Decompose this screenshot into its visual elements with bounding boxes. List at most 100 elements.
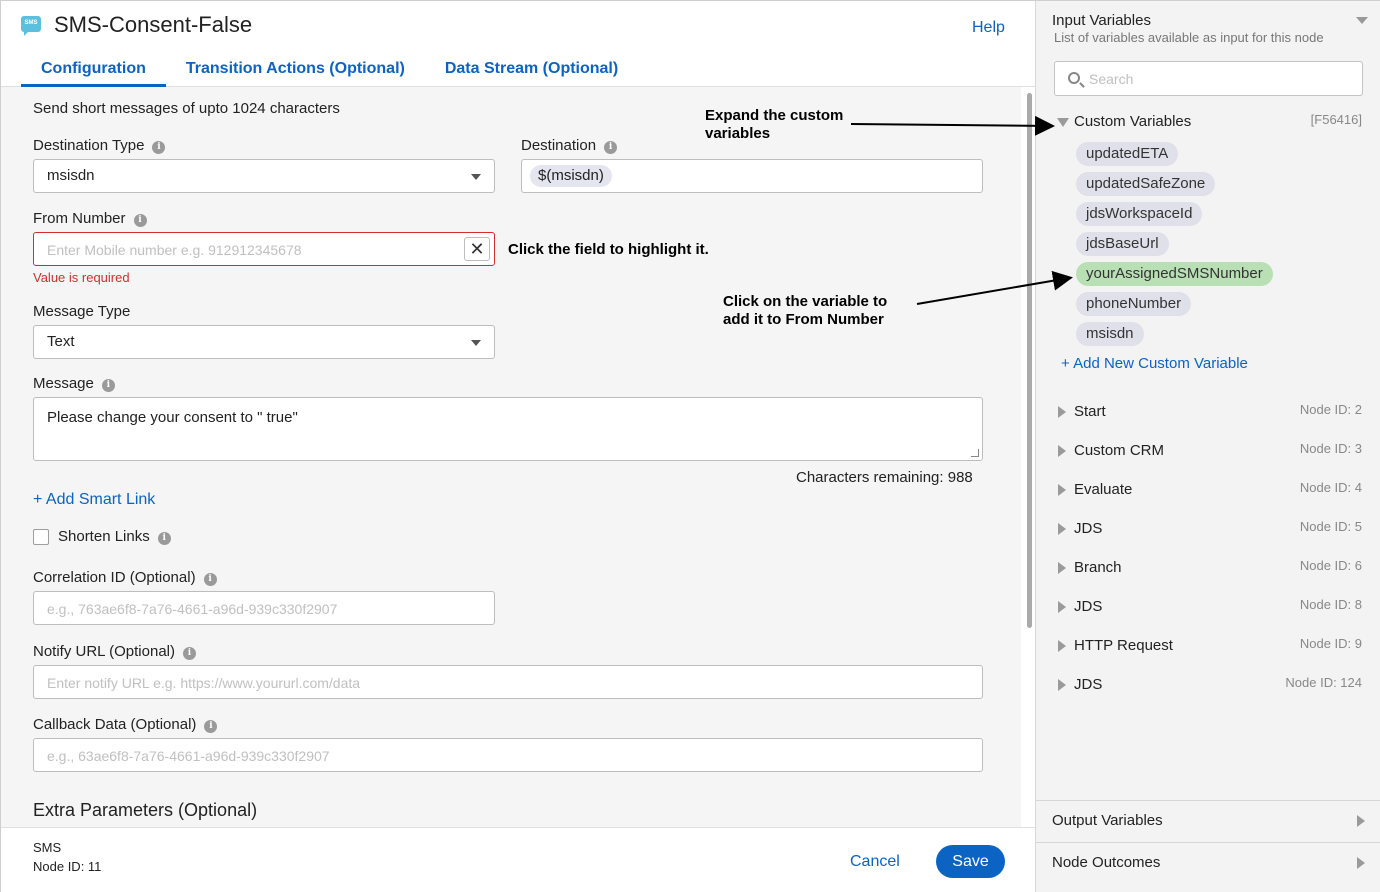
configuration-form: Send short messages of upto 1024 charact… — [1, 87, 1021, 827]
node-outcomes-section[interactable]: Node Outcomes — [1052, 854, 1160, 871]
collapsed-caret-icon[interactable] — [1058, 601, 1066, 613]
expanded-caret-icon[interactable] — [1057, 118, 1069, 127]
variable-chip[interactable]: jdsWorkspaceId — [1076, 202, 1203, 226]
message-type-select[interactable]: Text — [33, 325, 495, 359]
node-group-custom-crm[interactable]: Custom CRM — [1074, 442, 1164, 459]
variable-chip[interactable]: updatedETA — [1076, 142, 1179, 166]
form-description: Send short messages of upto 1024 charact… — [33, 100, 340, 117]
notify-url-input[interactable]: Enter notify URL e.g. https://www.yourur… — [33, 665, 983, 699]
annotation-expand: Expand the custom variables — [705, 107, 844, 142]
custom-variables-group[interactable]: Custom Variables — [1074, 113, 1191, 130]
chevron-right-icon[interactable] — [1357, 815, 1365, 827]
message-type-label: Message Type — [33, 303, 131, 320]
tab-bar: Configuration Transition Actions (Option… — [21, 59, 638, 87]
notify-url-placeholder: Enter notify URL e.g. https://www.yourur… — [47, 675, 361, 691]
node-group-id: Node ID: 6 — [1299, 558, 1362, 573]
info-icon: i — [133, 214, 147, 227]
add-custom-variable-button[interactable]: + Add New Custom Variable — [1061, 355, 1248, 372]
collapse-panel-icon[interactable] — [1356, 17, 1368, 24]
save-button[interactable]: Save — [936, 845, 1005, 878]
destination-variable-chip[interactable]: $(msisdn) — [530, 165, 612, 187]
node-group-id: Node ID: 124 — [1285, 675, 1362, 690]
from-number-input[interactable]: Enter Mobile number e.g. 912912345678 ✕ — [33, 232, 495, 266]
node-group-id: Node ID: 4 — [1299, 480, 1362, 495]
correlation-id-placeholder: e.g., 763ae6f8-7a76-4661-a96d-939c330f29… — [47, 601, 338, 617]
info-icon: i — [204, 720, 218, 733]
input-variables-subtitle: List of variables available as input for… — [1054, 30, 1324, 45]
variable-search-input[interactable]: Search — [1054, 61, 1363, 96]
collapsed-caret-icon[interactable] — [1058, 484, 1066, 496]
from-number-label: From Number i — [33, 210, 147, 227]
info-icon: i — [157, 532, 171, 545]
collapsed-caret-icon[interactable] — [1058, 523, 1066, 535]
node-group-branch[interactable]: Branch — [1074, 559, 1122, 576]
divider — [1036, 842, 1380, 843]
node-group-start[interactable]: Start — [1074, 403, 1106, 420]
callback-data-label: Callback Data (Optional) i — [33, 716, 218, 733]
from-number-error: Value is required — [33, 270, 130, 285]
node-id: Node ID: 11 — [33, 859, 102, 874]
node-type: SMS — [33, 840, 62, 855]
info-icon: i — [183, 647, 196, 660]
node-group-evaluate[interactable]: Evaluate — [1074, 481, 1132, 498]
output-variables-section[interactable]: Output Variables — [1052, 812, 1163, 829]
notify-url-label: Notify URL (Optional) i — [33, 643, 196, 660]
collapsed-caret-icon[interactable] — [1058, 406, 1066, 418]
cancel-button[interactable]: Cancel — [850, 853, 900, 871]
info-icon: i — [152, 141, 166, 154]
message-type-value: Text — [47, 333, 75, 350]
node-group-id: Node ID: 9 — [1299, 636, 1362, 651]
variable-chip[interactable]: msisdn — [1076, 322, 1144, 346]
from-number-placeholder: Enter Mobile number e.g. 912912345678 — [47, 242, 302, 258]
variable-chip[interactable]: phoneNumber — [1076, 292, 1192, 316]
search-icon — [1068, 72, 1080, 84]
variable-chip[interactable]: jdsBaseUrl — [1076, 232, 1169, 256]
chevron-right-icon[interactable] — [1357, 857, 1365, 869]
tab-data-stream[interactable]: Data Stream (Optional) — [425, 59, 638, 87]
annotation-click-variable: Click on the variable to add it to From … — [723, 293, 888, 328]
collapsed-caret-icon[interactable] — [1058, 562, 1066, 574]
message-textarea[interactable]: Please change your consent to " true" — [33, 397, 983, 461]
collapsed-caret-icon[interactable] — [1058, 445, 1066, 457]
destination-type-value: msisdn — [47, 167, 95, 184]
correlation-id-label: Correlation ID (Optional) i — [33, 569, 217, 586]
chevron-down-icon — [471, 340, 481, 346]
node-group-jds[interactable]: JDS — [1074, 676, 1102, 693]
chevron-down-icon — [471, 174, 481, 180]
help-link[interactable]: Help — [972, 19, 1005, 37]
collapsed-caret-icon[interactable] — [1058, 640, 1066, 652]
sms-icon: SMS — [21, 16, 41, 36]
destination-field[interactable]: $(msisdn) — [521, 159, 983, 193]
variable-chip-highlighted[interactable]: yourAssignedSMSNumber — [1076, 262, 1273, 286]
message-label: Message i — [33, 375, 115, 392]
input-variables-panel: Input Variables List of variables availa… — [1035, 1, 1380, 892]
destination-type-select[interactable]: msisdn — [33, 159, 495, 193]
page-title: SMS-Consent-False — [54, 12, 253, 37]
node-config-panel: SMS SMS-Consent-False Help Configuration… — [1, 1, 1035, 892]
panel-header: SMS SMS-Consent-False Help Configuration… — [1, 1, 1035, 87]
search-placeholder: Search — [1089, 71, 1134, 87]
extra-parameters-heading: Extra Parameters (Optional) — [33, 800, 258, 820]
node-group-jds[interactable]: JDS — [1074, 598, 1102, 615]
node-group-http-request[interactable]: HTTP Request — [1074, 637, 1173, 654]
variable-chip[interactable]: updatedSafeZone — [1076, 172, 1216, 196]
tab-transition-actions[interactable]: Transition Actions (Optional) — [166, 59, 425, 87]
form-scrollbar[interactable] — [1027, 93, 1032, 628]
info-icon: i — [101, 379, 115, 392]
resize-handle-icon[interactable] — [971, 449, 979, 457]
add-smart-link-button[interactable]: + Add Smart Link — [33, 491, 155, 509]
tab-configuration[interactable]: Configuration — [21, 59, 166, 87]
clear-icon[interactable]: ✕ — [464, 237, 490, 261]
callback-data-input[interactable]: e.g., 63ae6f8-7a76-4661-a96d-939c330f290… — [33, 738, 983, 772]
node-group-id: Node ID: 3 — [1299, 441, 1362, 456]
node-group-id: Node ID: 2 — [1299, 402, 1362, 417]
node-group-id: Node ID: 8 — [1299, 597, 1362, 612]
shorten-links-checkbox[interactable] — [33, 529, 49, 545]
window-frame: SMS SMS-Consent-False Help Configuration… — [0, 0, 1380, 892]
panel-footer: SMS Node ID: 11 Cancel Save — [1, 827, 1035, 892]
correlation-id-input[interactable]: e.g., 763ae6f8-7a76-4661-a96d-939c330f29… — [33, 591, 495, 625]
destination-type-label: Destination Type i — [33, 137, 166, 154]
info-icon: i — [203, 573, 217, 586]
collapsed-caret-icon[interactable] — [1058, 679, 1066, 691]
node-group-jds[interactable]: JDS — [1074, 520, 1102, 537]
